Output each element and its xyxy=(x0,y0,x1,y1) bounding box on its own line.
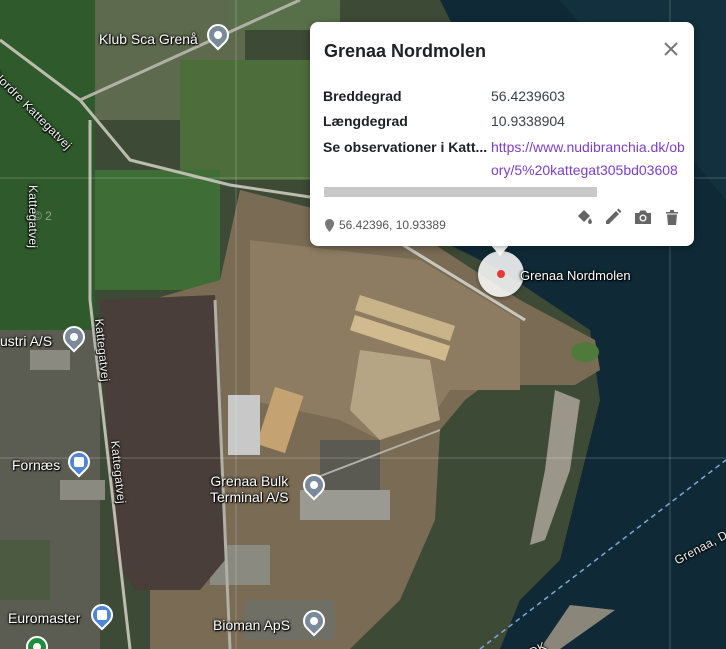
selected-marker-label[interactable]: Grenaa Nordmolen xyxy=(520,268,631,283)
poi-label[interactable]: ustri A/S xyxy=(0,333,52,349)
observations-label: Se observationer i Katt... xyxy=(323,139,488,155)
paint-bucket-icon[interactable] xyxy=(574,207,594,227)
observations-link-line2[interactable]: ory/5%20kattegat305bd03608 xyxy=(491,162,689,178)
camera-icon[interactable] xyxy=(633,207,653,227)
pencil-icon[interactable] xyxy=(603,207,623,227)
observations-link[interactable]: https://www.nudibranchia.dk/ob xyxy=(491,139,689,155)
poi-label[interactable]: Bioman ApS xyxy=(213,617,290,633)
poi-label[interactable]: Grenaa Bulk Terminal A/S xyxy=(210,473,289,505)
marker-dot-icon xyxy=(497,270,505,278)
coordinates-row: 56.42396, 10.93389 xyxy=(325,218,446,232)
trash-icon[interactable] xyxy=(662,207,682,227)
close-icon[interactable] xyxy=(662,40,680,58)
poi-label[interactable]: Klub Sca Grenå xyxy=(99,31,198,47)
info-popup: Grenaa Nordmolen Breddegrad 56.4239603 L… xyxy=(310,22,694,246)
poi-label[interactable]: Fornæs xyxy=(12,457,60,473)
latitude-value: 56.4239603 xyxy=(491,88,565,104)
location-pin-icon xyxy=(325,219,334,232)
coordinates-text: 56.42396, 10.93389 xyxy=(339,218,446,232)
popup-title: Grenaa Nordmolen xyxy=(324,41,487,61)
selected-marker[interactable] xyxy=(478,251,524,297)
horizontal-scrollbar[interactable] xyxy=(324,187,597,197)
longitude-label: Længdegrad xyxy=(323,113,408,129)
latitude-label: Breddegrad xyxy=(323,88,402,104)
longitude-value: 10.9338904 xyxy=(491,113,565,129)
map-watermark: © 2 xyxy=(33,209,52,223)
poi-label[interactable]: Euromaster xyxy=(8,610,80,626)
